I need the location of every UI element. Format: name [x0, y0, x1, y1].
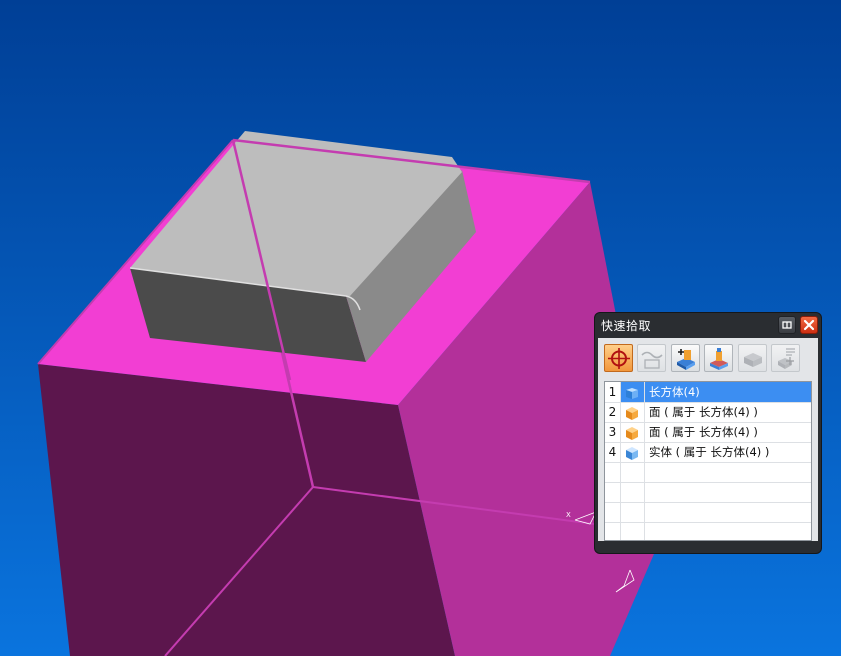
face-orange-icon — [626, 427, 638, 440]
features-filter-button[interactable] — [671, 344, 700, 372]
curves-filter-button[interactable] — [637, 344, 666, 372]
dialog-body: 1 长方体(4) 2 面 ( 属于 长方体(4) ) 3 面 (属于 长方体(… — [598, 338, 818, 541]
curve-icon — [641, 351, 663, 369]
crosshair-icon — [608, 348, 630, 369]
components-filter-button[interactable] — [771, 344, 800, 372]
body-blue-icon — [626, 447, 638, 460]
list-item[interactable]: 1 长方体(4) — [605, 382, 811, 403]
item-label: 面 ( 属于 长方体(4) ) — [649, 405, 758, 419]
list-item[interactable]: 4 实体 ( 属于 长方体(4) ) — [605, 442, 811, 463]
axis-x-label: X — [566, 511, 571, 519]
block-front-face[interactable] — [38, 364, 455, 656]
item-label: 长方体(4) — [649, 385, 700, 399]
close-button[interactable] — [800, 316, 818, 334]
dialog-title: 快速拾取 — [601, 319, 652, 333]
body-feature-icon — [710, 348, 728, 370]
face-orange-icon — [626, 407, 638, 420]
pin-button[interactable] — [778, 316, 796, 334]
item-label: 实体 ( 属于 长方体(4) ) — [649, 445, 770, 459]
component-icon — [778, 348, 795, 369]
solids-filter-button[interactable] — [738, 344, 767, 372]
item-number: 1 — [605, 382, 621, 402]
empty-row — [605, 482, 811, 503]
item-number: 4 — [605, 442, 621, 462]
pin-icon — [782, 321, 792, 329]
add-feature-icon — [677, 349, 695, 370]
column-divider — [644, 382, 645, 540]
bodies-filter-button[interactable] — [704, 344, 733, 372]
block-blue-icon — [626, 388, 638, 399]
quick-pick-dialog[interactable]: 快速拾取 1 长方体(4) 2 面 (属于 长方体(4)) 3 面 (属于… — [595, 313, 821, 553]
empty-row — [605, 462, 811, 483]
close-icon — [803, 319, 815, 331]
item-number: 3 — [605, 422, 621, 442]
list-item[interactable]: 2 面 ( 属于 长方体(4) ) — [605, 402, 811, 423]
item-number: 2 — [605, 402, 621, 422]
list-item[interactable]: 3 面 ( 属于 长方体(4) ) — [605, 422, 811, 443]
empty-row — [605, 502, 811, 523]
pick-all-button[interactable] — [604, 344, 633, 372]
solid-body-icon — [744, 353, 762, 367]
column-divider — [620, 382, 621, 540]
item-label: 面 ( 属于 长方体(4) ) — [649, 425, 758, 439]
pick-list[interactable]: 1 长方体(4) 2 面 ( 属于 长方体(4) ) 3 面 (属于 长方体(… — [604, 381, 812, 541]
